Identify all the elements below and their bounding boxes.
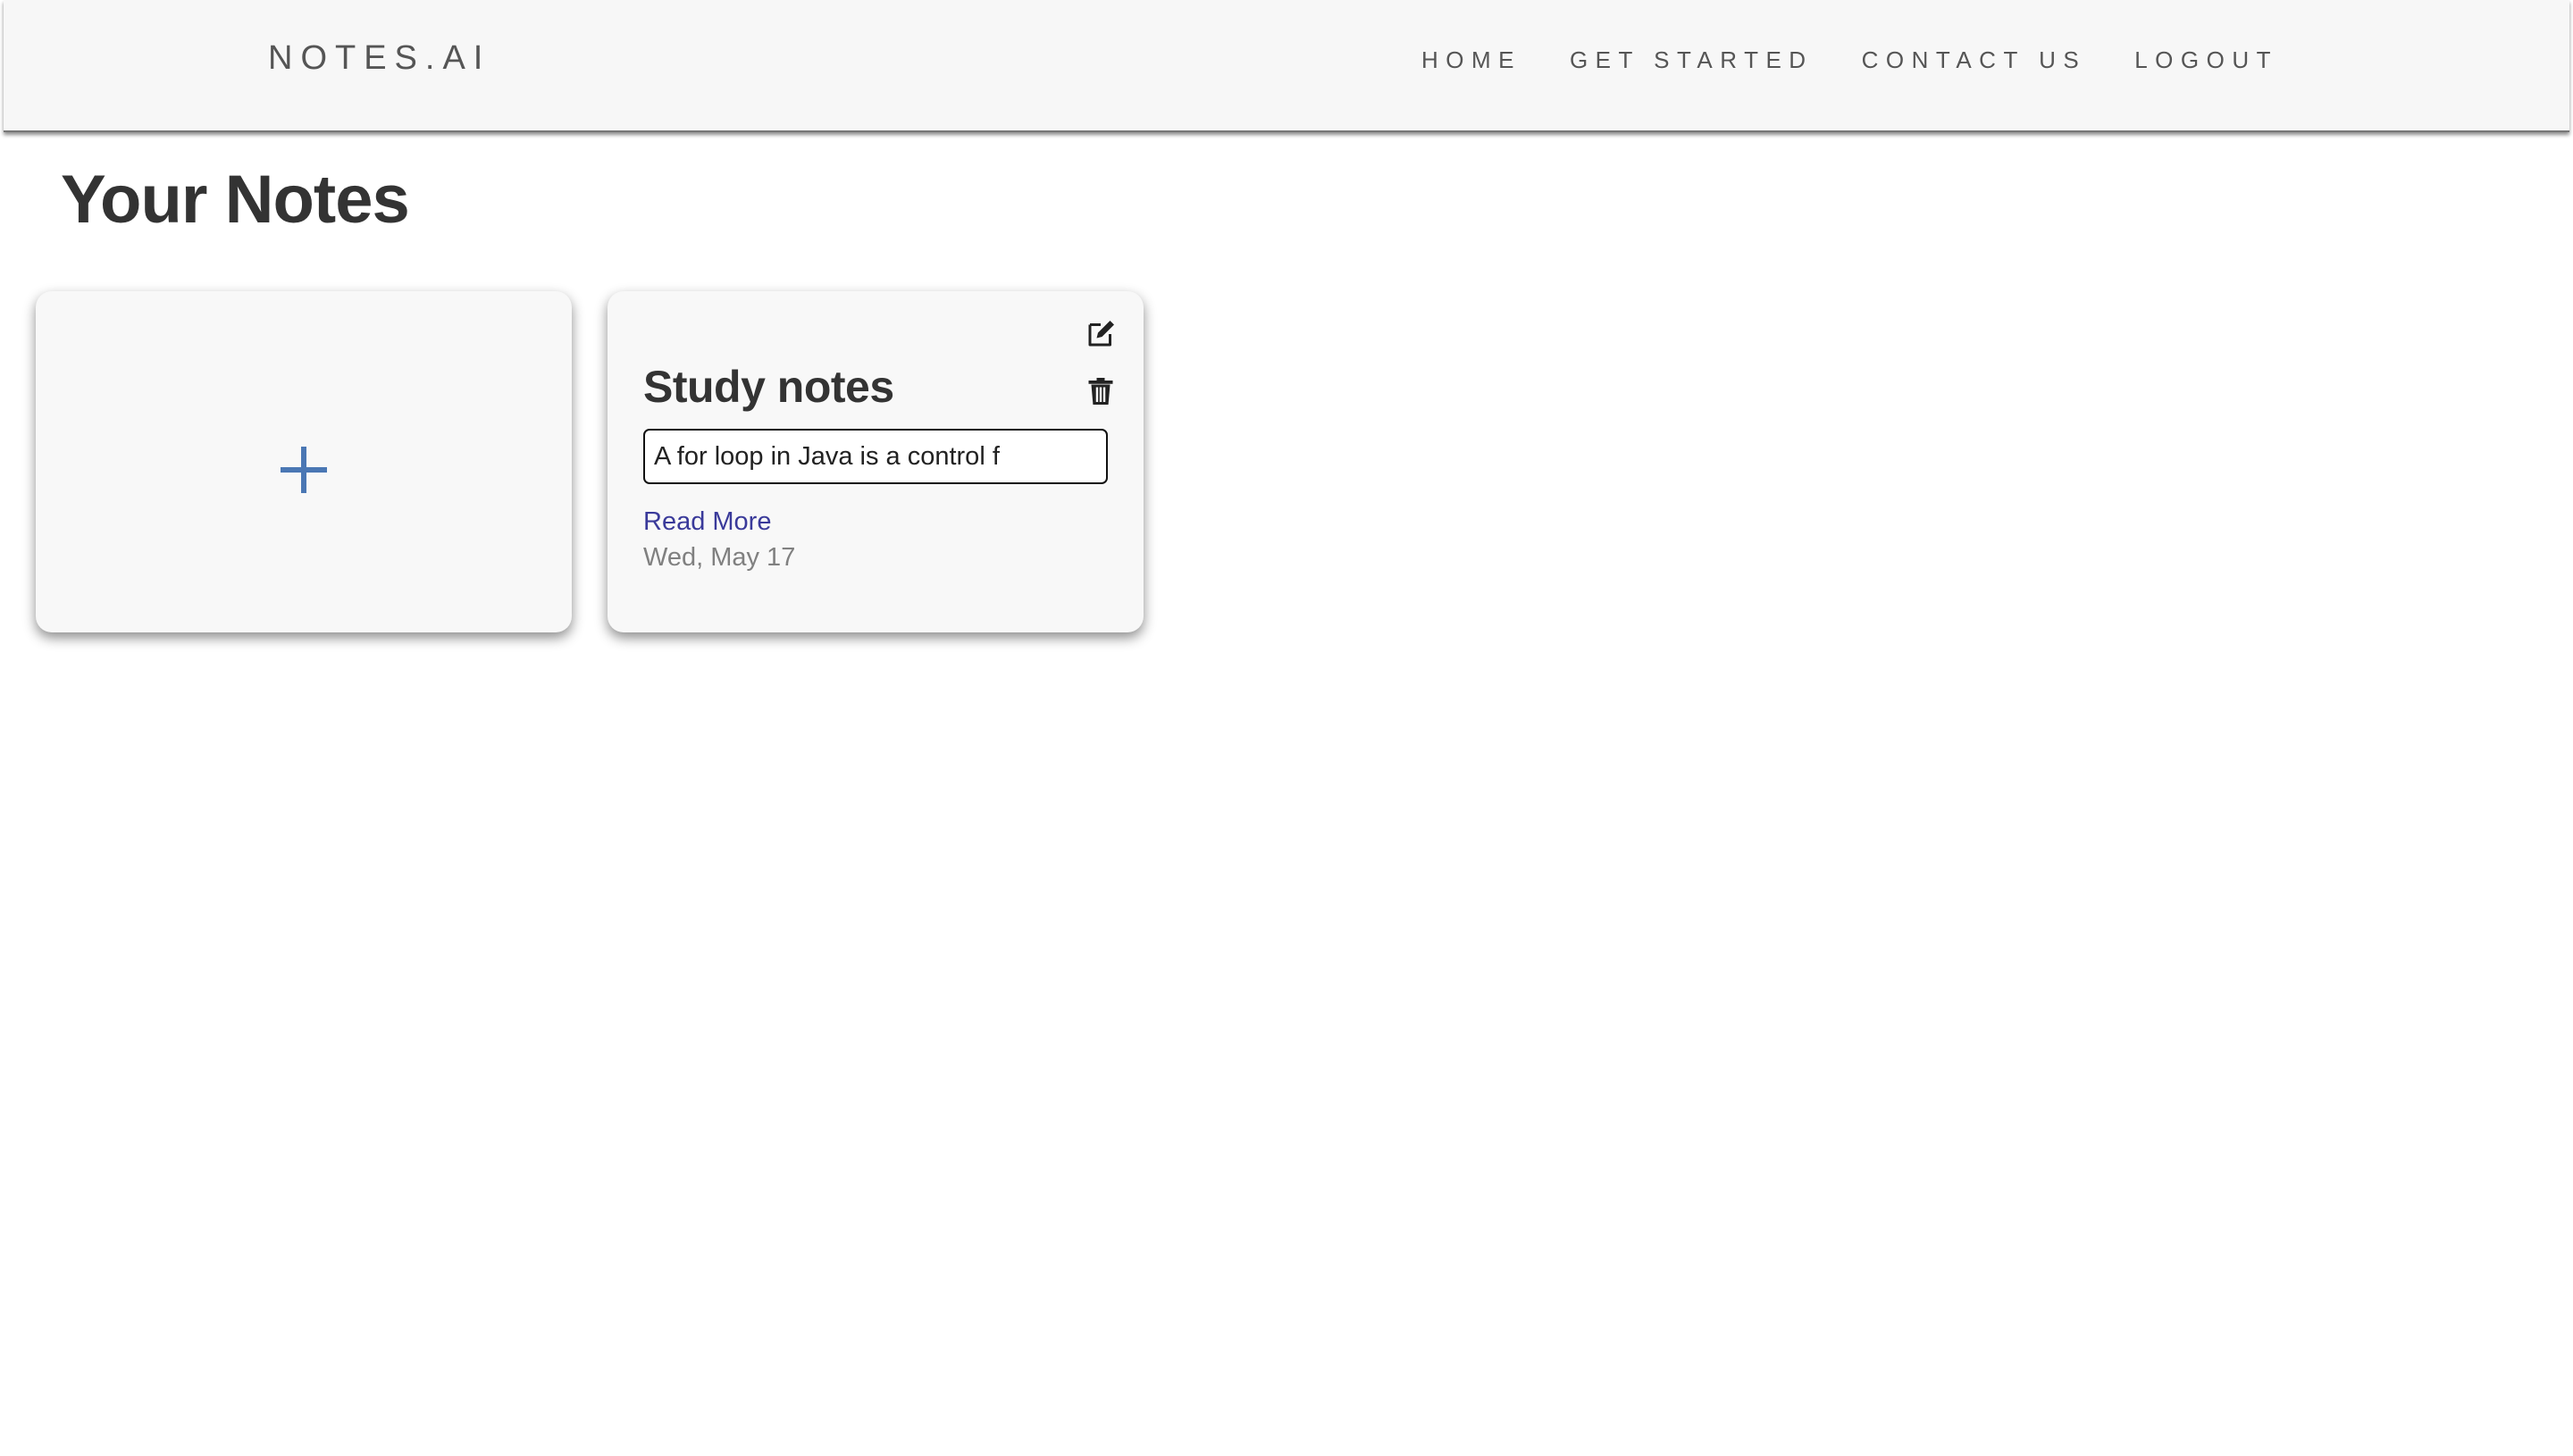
nav-get-started-link[interactable]: GET STARTED [1570, 46, 1814, 74]
nav-links: HOME GET STARTED CONTACT US LOGOUT [1373, 46, 2278, 74]
note-date: Wed, May 17 [643, 543, 796, 572]
brand-logo[interactable]: NOTES.AI [268, 39, 490, 78]
note-card: Study notes Read More Wed, May 17 [608, 291, 1144, 632]
trash-icon[interactable] [1085, 375, 1117, 407]
page-title: Your Notes [61, 162, 410, 238]
note-preview-field[interactable] [643, 429, 1108, 484]
add-note-card[interactable] [36, 291, 572, 632]
note-title: Study notes [643, 362, 894, 412]
nav-contact-us-link[interactable]: CONTACT US [1862, 46, 2087, 74]
top-navbar: NOTES.AI HOME GET STARTED CONTACT US LOG… [4, 0, 2569, 132]
edit-icon[interactable] [1085, 318, 1117, 350]
read-more-link[interactable]: Read More [643, 507, 771, 537]
plus-icon[interactable] [277, 443, 331, 497]
nav-logout-link[interactable]: LOGOUT [2134, 46, 2278, 74]
nav-home-link[interactable]: HOME [1421, 46, 1521, 74]
